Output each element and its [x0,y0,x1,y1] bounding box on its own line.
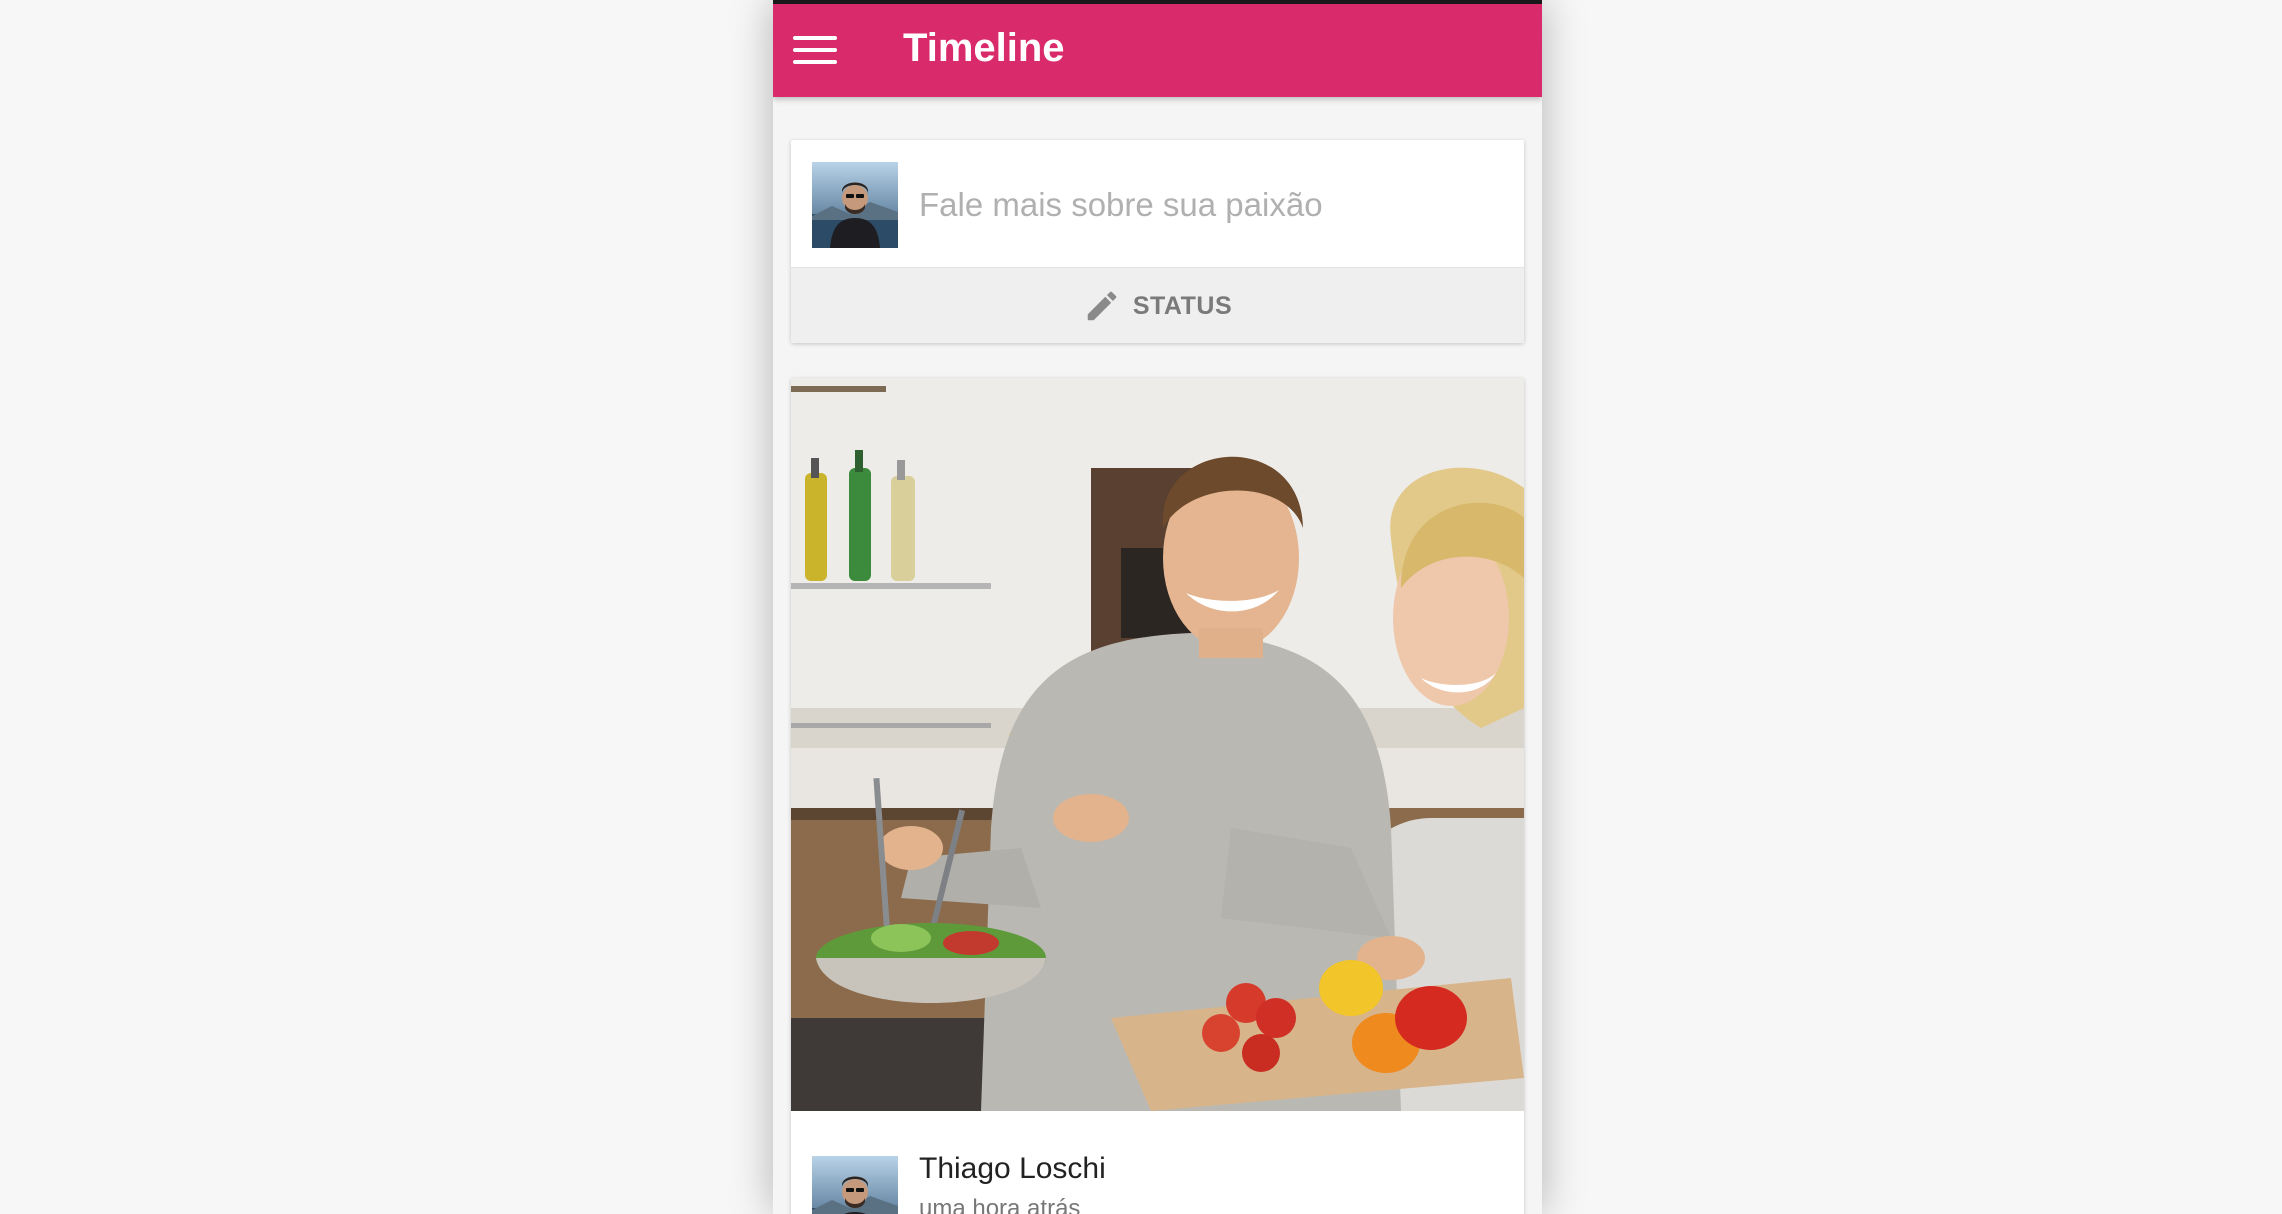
composer-card: STATUS [791,140,1524,343]
menu-icon[interactable] [793,34,837,66]
status-input[interactable] [919,180,1499,230]
post-author[interactable]: Thiago Loschi [919,1152,1106,1186]
post-photo[interactable] [791,378,1524,1111]
pencil-icon [1087,291,1117,321]
status-button[interactable]: STATUS [791,267,1524,343]
avatar [812,1156,898,1214]
phone-screen: Timeline STATUS [773,0,1542,1214]
avatar [812,162,898,248]
app-bar: Timeline [773,4,1542,97]
post-card: Thiago Loschi uma hora atrás [791,378,1524,1214]
page-title: Timeline [903,26,1065,70]
post-timestamp: uma hora atrás [919,1195,1081,1214]
status-button-label: STATUS [1132,291,1233,320]
